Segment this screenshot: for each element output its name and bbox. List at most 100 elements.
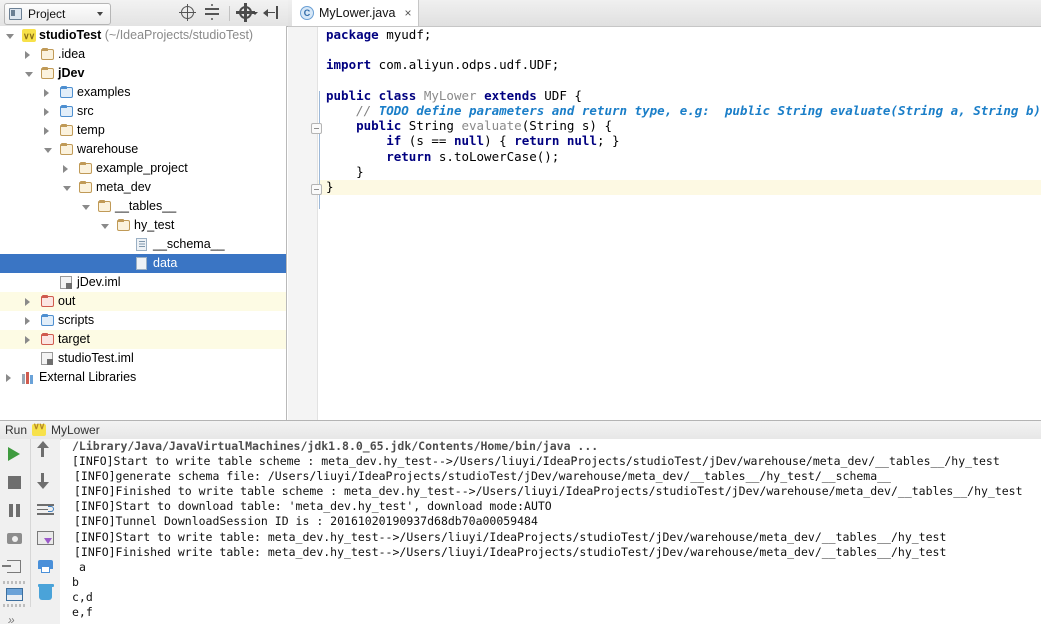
code-content[interactable]: package myudf; import com.aliyun.odps.ud… [326,27,1041,421]
tree-item-__schema__[interactable]: __schema__ [0,235,286,254]
code-line: } [326,164,1041,179]
tree-item-label: jDev.iml [77,275,121,289]
tree-item-label: __tables__ [115,199,177,213]
tree-item-meta_dev[interactable]: meta_dev [0,178,286,197]
code-token: if [386,133,402,149]
iml-file-icon-icon [41,352,53,365]
code-token: public [356,118,402,134]
code-token: s.toLowerCase(); [431,148,560,164]
chevron-right-icon[interactable] [25,51,30,59]
tree-item-temp[interactable]: temp [0,121,286,140]
code-line: return s.toLowerCase(); [326,149,1041,164]
code-token: TODO define parameters and return type, … [378,102,1041,118]
chevron-right-icon[interactable] [44,108,49,116]
folder-red-icon [41,332,54,345]
collapse-all-icon[interactable] [200,1,224,25]
chevron-down-icon[interactable] [44,148,52,157]
tree-item-__tables__[interactable]: __tables__ [0,197,286,216]
tree-item-label: examples [77,85,131,99]
chevron-down-icon[interactable] [63,186,71,195]
iml-file-icon-icon [60,276,72,289]
code-line: package myudf; [326,27,1041,42]
project-tree[interactable]: studioTest (~/IdeaProjects/studioTest) .i… [0,26,287,420]
tree-item-jdev[interactable]: jDev [0,64,286,83]
fold-marker-end-icon[interactable] [311,184,322,195]
tree-item-out[interactable]: out [0,292,286,311]
tree-item-label: data [153,256,178,270]
code-token: } [326,163,364,179]
tree-item-hy_test[interactable]: hy_test [0,216,286,235]
tree-item-studiotestiml[interactable]: studioTest.iml [0,349,286,368]
tree-item-label: jDev [58,66,85,80]
run-panel-header: Run MyLower [0,421,1041,440]
fold-marker-icon[interactable] [311,123,322,134]
chevron-right-icon[interactable] [25,298,30,306]
tree-item-warehouse[interactable]: warehouse [0,140,286,159]
chevron-down-icon[interactable] [25,72,33,81]
project-path-label: (~/IdeaProjects/studioTest) [101,28,254,42]
tree-item-idea[interactable]: .idea [0,45,286,64]
code-editor[interactable]: package myudf; import com.aliyun.odps.ud… [288,26,1041,421]
tree-item-externallibraries[interactable]: External Libraries [0,368,286,387]
code-token: ) { [484,133,515,149]
console-line: [INFO]Start to write table: meta_dev.hy_… [74,529,947,544]
chevron-down-icon[interactable] [82,205,90,214]
code-line: public String evaluate(String s) { [326,118,1041,133]
chevron-right-icon[interactable] [44,127,49,135]
tree-item-examples[interactable]: examples [0,83,286,102]
tree-item-jdeviml[interactable]: jDev.iml [0,273,286,292]
code-token: UDF { [536,87,582,103]
code-line: } [326,179,1041,194]
settings-gear-icon[interactable] [235,1,259,25]
console-line: e,f [72,605,93,620]
module-icon-icon [22,27,36,46]
folder-tan-icon [98,199,111,212]
editor-tab-strip: C MyLower.java × [288,0,1041,26]
tree-item-label: target [58,332,90,346]
folder-red-icon [41,294,54,307]
chevron-right-icon[interactable] [25,317,30,325]
editor-tab-mylower[interactable]: C MyLower.java × [292,0,420,26]
code-token: com.aliyun.odps.udf.UDF; [371,57,560,73]
console-line: a [79,559,86,574]
file-text-icon-icon [136,238,147,251]
code-token: return null [514,133,597,149]
chevron-right-icon[interactable] [63,165,68,173]
tree-item-target[interactable]: target [0,330,286,349]
console-output[interactable]: /Library/Java/JavaVirtualMachines/jdk1.8… [61,439,1041,624]
code-line: public class MyLower extends UDF { [326,88,1041,103]
run-tool-window: Run MyLower » /Li [0,420,1041,627]
tree-item-data[interactable]: data [0,254,286,273]
ide-window: Project C MyLower.java × studioTest (~/I… [0,0,1041,627]
tree-item-label: temp [77,123,105,137]
code-line: import com.aliyun.odps.udf.UDF; [326,57,1041,72]
project-view-label: Project [28,7,66,21]
locate-target-icon[interactable] [176,1,200,25]
tree-item-studiotest[interactable]: studioTest (~/IdeaProjects/studioTest) [0,26,286,46]
tree-item-src[interactable]: src [0,102,286,121]
code-token: null [453,133,485,149]
chevron-right-icon[interactable] [25,336,30,344]
tree-item-example_project[interactable]: example_project [0,159,286,178]
folder-tan-icon [41,47,54,60]
code-token: } [326,178,334,194]
tree-item-label: studioTest.iml [58,351,134,365]
tree-item-scripts[interactable]: scripts [0,311,286,330]
chevron-down-icon[interactable] [6,34,14,43]
project-view-selector[interactable]: Project [4,3,111,25]
close-icon[interactable]: × [404,7,411,19]
code-token: evaluate [461,118,522,134]
code-token: ; } [596,133,620,149]
project-icon [9,8,22,20]
code-token: // [356,102,379,118]
chevron-right-icon[interactable] [6,374,11,382]
chevron-down-icon [97,12,103,16]
editor-gutter[interactable] [288,27,318,421]
chevron-right-icon[interactable] [44,89,49,97]
chevron-down-icon[interactable] [101,224,109,233]
hide-panel-icon[interactable] [259,1,283,25]
